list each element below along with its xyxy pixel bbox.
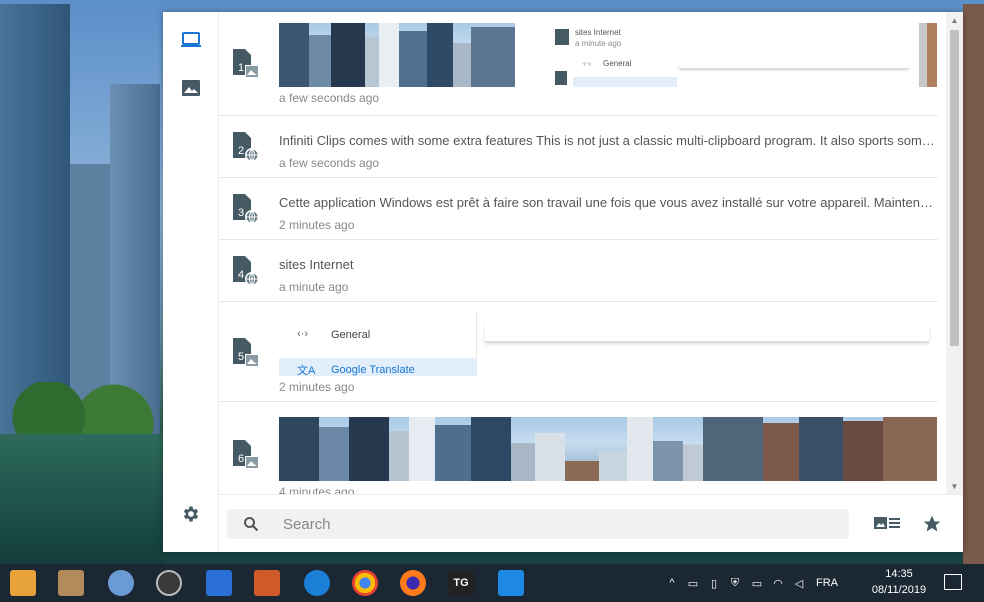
settings-button[interactable] [177, 500, 205, 528]
clip-item[interactable]: 1 sites Internet a minute ago General ‹·… [219, 12, 938, 116]
edge-browser-icon[interactable] [304, 570, 330, 596]
taskbar-app-icon[interactable] [58, 570, 84, 596]
clip-screenshot-preview: ‹·› General 文A Google Translate [279, 312, 939, 376]
preview-text: Google Translate [331, 364, 415, 376]
clip-item[interactable]: 3 Cette application Windows est prêt à f… [219, 178, 939, 240]
taskbar: TG ^ ▭ ▯ ⛨ ▭ ◠ ◁ FRA 14:35 08/11/2019 [0, 564, 984, 602]
gallery-view-button[interactable] [873, 510, 901, 538]
preview-text: General [331, 329, 371, 341]
clip-timestamp: 2 minutes ago [279, 380, 355, 394]
clip-text: Infiniti Clips comes with some extra fea… [279, 133, 939, 148]
clip-text: sites Internet [279, 257, 354, 272]
clock[interactable]: 14:35 08/11/2019 [864, 566, 934, 600]
images-tab-button[interactable] [177, 74, 205, 102]
web-clip-icon: 3 [231, 192, 261, 228]
system-tray: ^ ▭ ▯ ⛨ ▭ ◠ ◁ FRA [662, 564, 852, 602]
file-explorer-icon[interactable] [10, 570, 36, 596]
clipboard-app-window: 1 sites Internet a minute ago General ‹·… [163, 12, 963, 552]
clip-index: 1 [238, 62, 244, 74]
clip-timestamp: a few seconds ago [279, 156, 380, 170]
tg-app-icon[interactable]: TG [448, 570, 474, 596]
clip-image-preview [279, 417, 937, 481]
desktop-wallpaper-building [963, 4, 984, 564]
clip-item[interactable]: 5 ‹·› General 文A Google Translate 2 minu… [219, 302, 939, 402]
clip-index: 2 [238, 145, 244, 157]
image-clip-icon: 6 [231, 438, 261, 474]
firefox-browser-icon[interactable] [400, 570, 426, 596]
usb-icon[interactable]: ▯ [704, 577, 724, 590]
search-input[interactable] [283, 509, 833, 539]
clips-tab-button[interactable] [177, 26, 205, 54]
clip-image-preview [279, 23, 515, 87]
desktop-wallpaper-river [0, 434, 163, 564]
clip-index: 3 [238, 207, 244, 219]
battery-icon[interactable]: ▭ [746, 577, 768, 590]
notification-icon[interactable] [944, 574, 962, 590]
search-icon [244, 517, 259, 532]
volume-icon[interactable]: ◁ [788, 577, 810, 590]
monitor-icon[interactable]: ▭ [682, 577, 704, 590]
clip-timestamp: a minute ago [279, 280, 349, 294]
clock-date: 08/11/2019 [871, 584, 927, 596]
preview-text: General [603, 59, 632, 68]
clip-timestamp: 2 minutes ago [279, 218, 355, 232]
scroll-down-arrow-icon[interactable]: ▼ [950, 482, 959, 491]
star-icon [923, 515, 941, 532]
preview-text: sites Internet [575, 28, 621, 37]
chrome-browser-icon[interactable] [352, 570, 378, 596]
scroll-up-arrow-icon[interactable]: ▲ [950, 16, 959, 25]
gear-icon [183, 506, 199, 522]
search-box[interactable] [227, 509, 849, 539]
ccleaner-icon[interactable] [254, 570, 280, 596]
clip-item[interactable]: 2 Infiniti Clips comes with some extra f… [219, 116, 939, 178]
clip-index: 4 [238, 269, 244, 281]
clip-item[interactable]: 6 4 minutes ago [219, 402, 938, 494]
bottom-toolbar [219, 494, 963, 552]
clip-timestamp: a few seconds ago [279, 91, 380, 105]
chevron-up-icon[interactable]: ^ [662, 577, 682, 589]
gallery-view-icon [874, 517, 900, 529]
clip-list: 1 sites Internet a minute ago General ‹·… [219, 12, 946, 494]
clip-index: 5 [238, 351, 244, 363]
preview-text: a minute ago [575, 39, 622, 48]
clip-timestamp: 4 minutes ago [279, 485, 355, 494]
scroll-thumb[interactable] [950, 30, 959, 346]
favorites-button[interactable] [918, 510, 946, 538]
image-clip-icon: 1 [231, 47, 261, 83]
web-clip-icon: 4 [231, 254, 261, 290]
shield-icon[interactable]: ⛨ [724, 577, 746, 590]
image-icon [182, 80, 200, 96]
clock-time: 14:35 [885, 568, 913, 580]
clip-item[interactable]: 4 sites Internet a minute ago [219, 240, 938, 302]
taskbar-app-icon[interactable] [156, 570, 182, 596]
taskbar-app-icon[interactable] [498, 570, 524, 596]
taskbar-app-icon[interactable] [108, 570, 134, 596]
laptop-icon [181, 32, 201, 47]
clip-index: 6 [238, 453, 244, 465]
wifi-icon[interactable]: ◠ [768, 577, 788, 590]
web-clip-icon: 2 [231, 130, 261, 166]
list-scrollbar[interactable]: ▲ ▼ [946, 12, 963, 494]
malwarebytes-icon[interactable] [206, 570, 232, 596]
language-indicator[interactable]: FRA [816, 577, 838, 589]
nav-rail [163, 12, 219, 552]
clip-text: Cette application Windows est prêt à fai… [279, 195, 939, 210]
image-clip-icon: 5 [231, 336, 261, 372]
clip-screenshot-preview: sites Internet a minute ago General ‹·› [545, 23, 937, 87]
